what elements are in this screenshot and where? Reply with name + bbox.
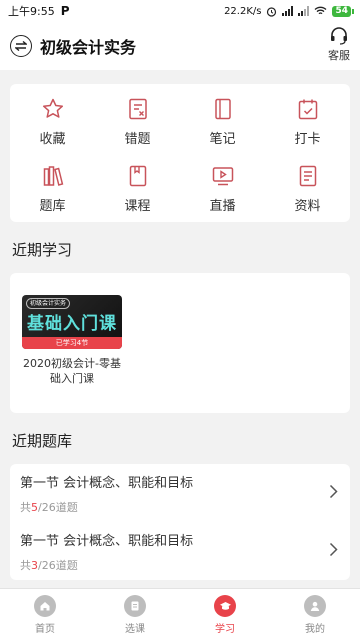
course-cover: 初级会计实务 基础入门课 已学习4节 xyxy=(22,295,122,349)
home-icon xyxy=(34,595,56,617)
course-card[interactable]: 初级会计实务 基础入门课 已学习4节 2020初级会计-零基础入门课 xyxy=(22,295,122,386)
bank-item-title: 第一节 会计概念、职能和目标 xyxy=(20,476,194,491)
cover-title: 基础入门课 xyxy=(27,314,117,334)
profile-icon xyxy=(304,595,326,617)
wrong-question-icon xyxy=(125,96,151,122)
bank-item-title: 第一节 会计概念、职能和目标 xyxy=(20,534,194,549)
grid-label: 课程 xyxy=(124,199,151,214)
battery-level: 54 xyxy=(332,5,351,17)
recent-bank-title: 近期题库 xyxy=(12,432,73,450)
bank-item-done: 3 xyxy=(31,559,38,572)
tab-study[interactable]: 学习 xyxy=(180,589,270,639)
tab-label: 首页 xyxy=(35,624,55,635)
tab-home[interactable]: 首页 xyxy=(0,589,90,639)
app-header: 初级会计实务 客服 xyxy=(0,22,360,70)
grid-label: 资料 xyxy=(294,199,321,214)
grid-label: 题库 xyxy=(39,199,66,214)
course-name: 2020初级会计-零基础入门课 xyxy=(23,357,121,385)
grid-label: 收藏 xyxy=(39,132,66,147)
grid-item-live[interactable]: 直播 xyxy=(180,163,265,214)
grid-item-wrong-questions[interactable]: 错题 xyxy=(95,96,180,147)
grid-item-favorites[interactable]: 收藏 xyxy=(10,96,95,147)
signal-icon xyxy=(282,6,294,16)
grid-item-courses[interactable]: 课程 xyxy=(95,163,180,214)
grid-label: 直播 xyxy=(209,199,236,214)
course-progress: 已学习4节 xyxy=(22,337,122,349)
books-icon xyxy=(40,163,66,189)
grid-label: 打卡 xyxy=(294,132,321,147)
main-content[interactable]: 收藏 错题 笔记 打卡 题库 课程 直播 资料 近期学习 初级会计实务 基础入门… xyxy=(0,70,360,588)
chevron-right-icon xyxy=(329,484,338,499)
battery-icon: 54 xyxy=(332,5,354,17)
course-icon xyxy=(125,163,151,189)
grid-label: 笔记 xyxy=(209,132,236,147)
tab-profile[interactable]: 我的 xyxy=(270,589,360,639)
notebook-icon xyxy=(210,96,236,122)
grid-item-checkin[interactable]: 打卡 xyxy=(265,96,350,147)
recent-study-title: 近期学习 xyxy=(12,241,73,259)
grid-item-materials[interactable]: 资料 xyxy=(265,163,350,214)
cover-tag: 初级会计实务 xyxy=(26,298,71,309)
grid-label: 错题 xyxy=(124,132,151,147)
service-label: 客服 xyxy=(328,49,350,62)
page-title[interactable]: 初级会计实务 xyxy=(40,34,136,58)
switch-subject-icon[interactable] xyxy=(10,35,32,57)
tab-label: 选课 xyxy=(125,624,145,635)
tab-course-select[interactable]: 选课 xyxy=(90,589,180,639)
headset-icon xyxy=(331,27,347,45)
study-icon xyxy=(214,595,236,617)
bank-list-item[interactable]: 第一节 会计概念、职能和目标 共5/26道题 xyxy=(10,464,350,522)
app-indicator-icon: P xyxy=(60,4,70,18)
document-icon xyxy=(295,163,321,189)
customer-service-button[interactable]: 客服 xyxy=(328,26,350,63)
bank-item-progress: 共3/26道题 xyxy=(20,559,78,572)
status-bar: 上午9:55 P 22.2K/s 54 xyxy=(0,0,360,22)
network-speed: 22.2K/s xyxy=(224,5,262,17)
bank-item-progress: 共5/26道题 xyxy=(20,501,78,514)
bank-list-item[interactable]: 第一节 会计概念、职能和目标 共3/26道题 xyxy=(10,522,350,580)
recent-bank-card: 第一节 会计概念、职能和目标 共5/26道题 第一节 会计概念、职能和目标 共3… xyxy=(10,464,350,580)
wifi-icon xyxy=(315,6,327,15)
alarm-icon xyxy=(267,6,277,17)
bank-item-done: 5 xyxy=(31,501,38,514)
status-time: 上午9:55 xyxy=(8,5,55,18)
tab-label: 学习 xyxy=(215,624,235,635)
course-select-icon xyxy=(124,595,146,617)
recent-study-card: 初级会计实务 基础入门课 已学习4节 2020初级会计-零基础入门课 xyxy=(10,273,350,413)
signal-2-icon xyxy=(298,6,310,16)
tab-label: 我的 xyxy=(305,624,325,635)
live-icon xyxy=(210,163,236,189)
star-icon xyxy=(40,96,66,122)
checkin-icon xyxy=(295,96,321,122)
function-grid: 收藏 错题 笔记 打卡 题库 课程 直播 资料 xyxy=(10,84,350,222)
chevron-right-icon xyxy=(329,542,338,557)
grid-item-question-bank[interactable]: 题库 xyxy=(10,163,95,214)
grid-item-notes[interactable]: 笔记 xyxy=(180,96,265,147)
bottom-tab-bar: 首页 选课 学习 我的 xyxy=(0,588,360,639)
